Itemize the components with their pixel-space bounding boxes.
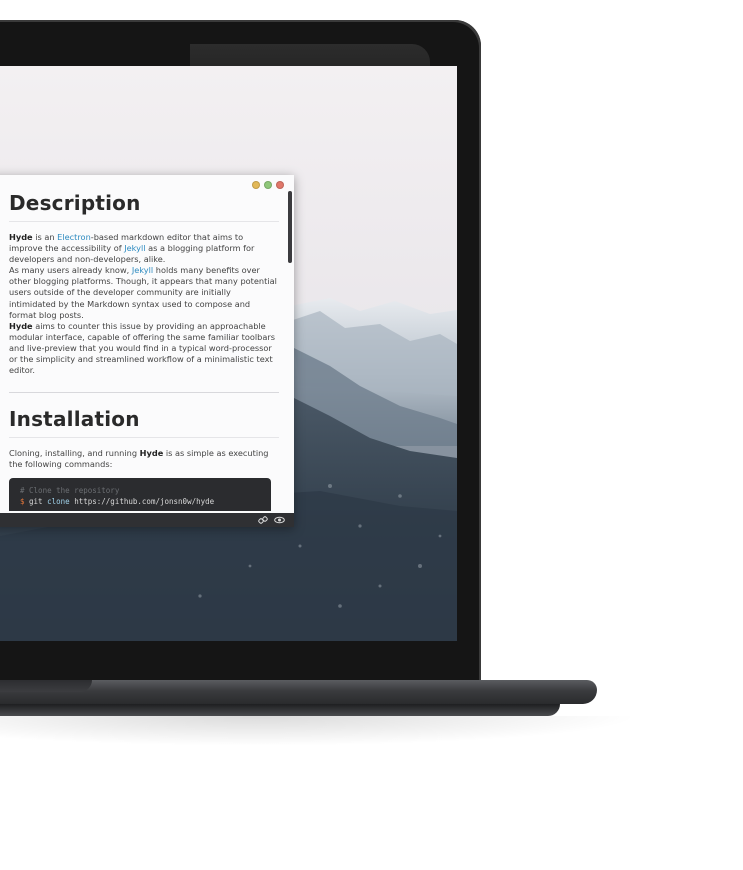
text: Cloning, installing, and running (9, 448, 140, 459)
minimize-button[interactable] (252, 181, 260, 189)
description-paragraph-1: Hyde is an Electron-based markdown edito… (9, 232, 279, 265)
installation-heading: Installation (9, 407, 279, 439)
description-heading: Description (9, 191, 279, 222)
markdown-preview: Description Hyde is an Electron-based ma… (9, 191, 279, 511)
status-bar (0, 513, 294, 527)
eye-icon-svg (274, 516, 285, 524)
bold-text: Hyde (9, 232, 33, 242)
text: aims to counter this issue by providing … (9, 320, 275, 376)
code-comment: # Clone the repository (20, 486, 120, 496)
link-icon[interactable] (258, 515, 268, 525)
installation-paragraph: Cloning, installing, and running Hyde is… (9, 448, 279, 470)
laptop-notch (0, 680, 92, 692)
laptop-base (0, 680, 597, 704)
hyde-editor-window: Description Hyde is an Electron-based ma… (0, 175, 294, 527)
window-controls (252, 181, 284, 189)
close-button[interactable] (276, 181, 284, 189)
maximize-button[interactable] (264, 181, 272, 189)
electron-link[interactable]: Electron (57, 232, 91, 242)
jekyll-link[interactable]: Jekyll (132, 265, 153, 275)
bold-text: Hyde (139, 448, 164, 459)
jekyll-link[interactable]: Jekyll (124, 243, 145, 253)
code-git: git (29, 497, 43, 507)
text: As many users already know, (9, 265, 132, 276)
divider (9, 392, 279, 394)
code-clone: clone (47, 497, 70, 507)
stage: Description Hyde is an Electron-based ma… (0, 0, 743, 870)
text: is an (32, 232, 58, 242)
link-icon-svg (258, 516, 268, 524)
eye-icon[interactable] (274, 515, 285, 525)
laptop-base-lip (0, 704, 560, 716)
code-block: # Clone the repository $ git clone https… (9, 478, 271, 511)
code-line: $ git clone https://github.com/jonsn0w/h… (20, 496, 260, 507)
desktop-wallpaper: Description Hyde is an Electron-based ma… (0, 66, 457, 641)
vertical-scrollbar[interactable] (288, 191, 292, 263)
description-paragraph-2: As many users already know, Jekyll holds… (9, 265, 279, 320)
code-url: https://github.com/jonsn0w/hyde (74, 497, 215, 507)
laptop-shadow (0, 716, 640, 746)
bold-text: Hyde (9, 320, 33, 331)
description-paragraph-3: Hyde aims to counter this issue by provi… (9, 321, 279, 376)
code-prompt: $ (20, 497, 25, 507)
